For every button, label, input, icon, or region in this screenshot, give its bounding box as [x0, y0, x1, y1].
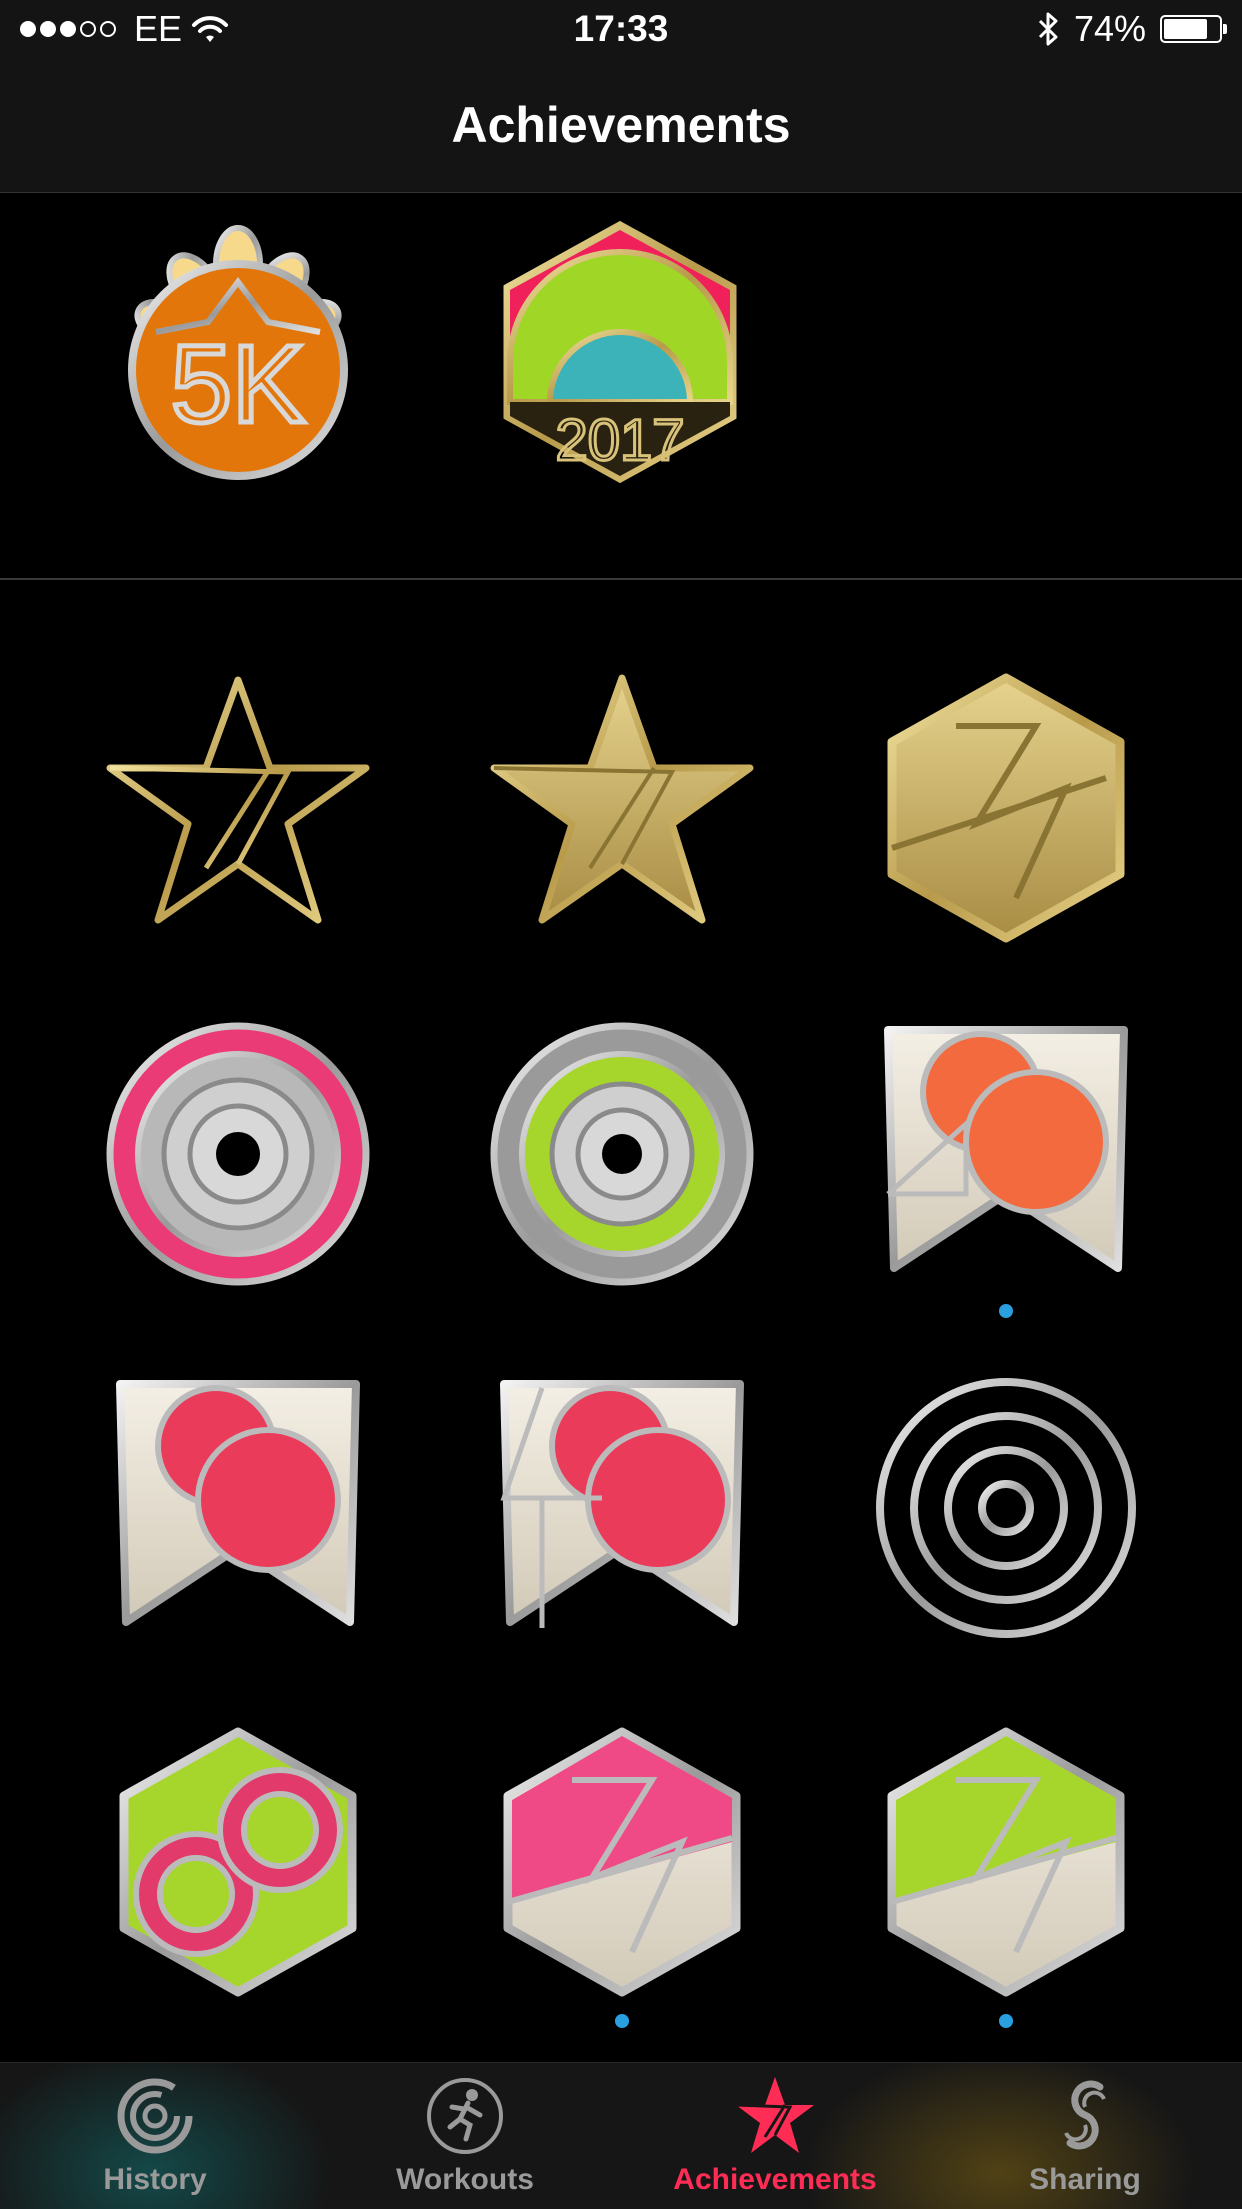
navigation-bar: Achievements: [0, 60, 1242, 193]
history-icon: [117, 2078, 193, 2154]
tab-achievements-label: Achievements: [673, 2163, 877, 2196]
tab-sharing-label: Sharing: [1029, 2163, 1141, 2196]
pink-ring-badge[interactable]: [98, 1014, 378, 1294]
new-achievement-indicator: [999, 1304, 1013, 1318]
green-hexagon-badge[interactable]: [866, 1722, 1146, 2002]
tab-bar: History Workouts Achievements Sharing: [0, 2062, 1242, 2209]
40-badge[interactable]: [482, 1368, 762, 1648]
5k-badge[interactable]: 5K: [98, 212, 378, 492]
30-badge[interactable]: [98, 1368, 378, 1648]
achievements-icon: [735, 2077, 814, 2153]
infinity-badge[interactable]: [98, 1722, 378, 2002]
tab-workouts[interactable]: Workouts: [310, 2073, 620, 2197]
battery-icon: [1160, 15, 1227, 43]
tab-workouts-label: Workouts: [396, 2163, 534, 2196]
2017-badge[interactable]: 2017: [480, 212, 760, 492]
page-title: Achievements: [451, 97, 791, 153]
star-outline-badge[interactable]: [98, 668, 378, 948]
battery-percent: 74%: [1073, 8, 1146, 49]
bluetooth-icon: [1038, 12, 1058, 46]
section-divider: [0, 578, 1242, 580]
status-bar: EE 17:33 74%: [0, 0, 1242, 60]
sharing-icon: [1064, 2080, 1106, 2150]
tab-achievements[interactable]: Achievements: [620, 2073, 930, 2197]
2017-badge-label: 2017: [555, 408, 684, 473]
status-right: 74%: [1036, 8, 1227, 50]
concentric-rings-badge[interactable]: [866, 1368, 1146, 1648]
star-gold-badge[interactable]: [482, 668, 762, 948]
pink-hexagon-badge[interactable]: [482, 1722, 762, 2002]
new-achievement-indicator: [615, 2014, 629, 2028]
workouts-icon: [427, 2078, 503, 2154]
gold-hexagon-badge[interactable]: [866, 668, 1146, 948]
20-badge[interactable]: [866, 1014, 1146, 1294]
tab-sharing[interactable]: Sharing: [930, 2073, 1240, 2197]
new-achievement-indicator: [999, 2014, 1013, 2028]
green-ring-badge[interactable]: [482, 1014, 762, 1294]
tab-history[interactable]: History: [0, 2073, 310, 2197]
tab-history-label: History: [103, 2163, 207, 2196]
5k-badge-label: 5K: [171, 323, 306, 446]
